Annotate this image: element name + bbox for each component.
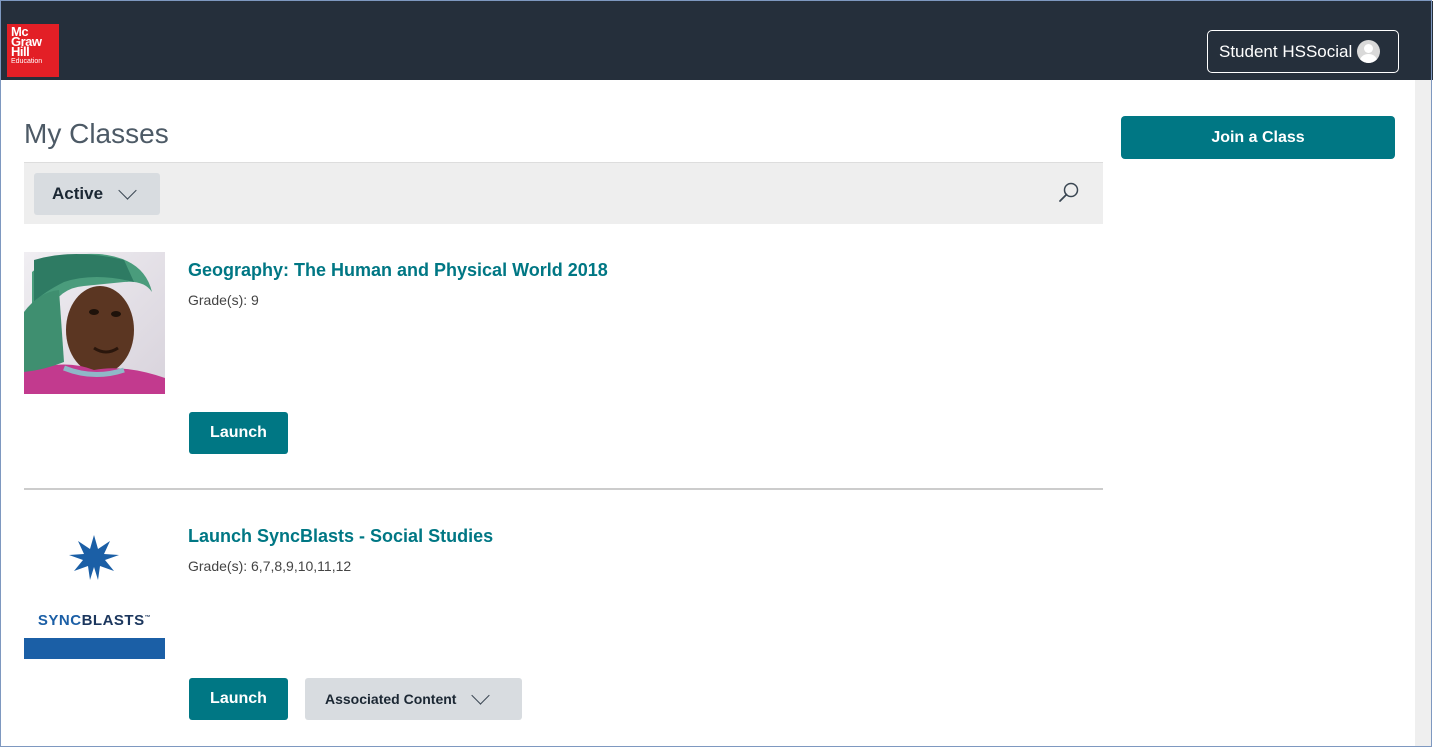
class-cover-image[interactable] <box>24 252 165 394</box>
syncblasts-bar <box>24 638 165 659</box>
chevron-down-icon <box>118 180 137 200</box>
syncblasts-logo-image[interactable]: SYNCBLASTS™ <box>24 505 165 665</box>
syncblasts-wordmark: SYNCBLASTS™ <box>37 612 152 629</box>
class-title-link[interactable]: Launch SyncBlasts - Social Studies <box>188 526 493 547</box>
class-grades: Grade(s): 6,7,8,9,10,11,12 <box>188 558 352 574</box>
scrollbar[interactable] <box>1415 80 1432 747</box>
class-card: Geography: The Human and Physical World … <box>24 252 1103 490</box>
page-title: My Classes <box>24 118 169 149</box>
join-class-button[interactable]: Join a Class <box>1121 116 1395 159</box>
launch-button[interactable]: Launch <box>189 412 288 454</box>
class-grades: Grade(s): 9 <box>188 292 259 308</box>
status-filter-value: Active <box>52 184 104 203</box>
status-filter-dropdown[interactable]: Active <box>34 173 160 215</box>
starburst-icon <box>69 535 119 580</box>
mcgraw-hill-logo[interactable]: Mc Graw Hill Education <box>7 24 59 77</box>
associated-content-dropdown[interactable]: Associated Content <box>305 678 522 720</box>
chevron-down-icon <box>471 685 491 705</box>
class-card: SYNCBLASTS™ Launch SyncBlasts - Social S… <box>24 505 1103 720</box>
associated-content-label: Associated Content <box>325 691 457 707</box>
user-menu-button[interactable]: Student HSSocial <box>1207 30 1399 73</box>
user-name: Student HSSocial <box>1219 41 1353 61</box>
avatar-icon <box>1357 40 1381 63</box>
top-navigation-bar: Mc Graw Hill Education Student HSSocial <box>1 1 1433 80</box>
class-filter-bar: Active <box>24 162 1103 224</box>
launch-button[interactable]: Launch <box>189 678 288 720</box>
class-title-link[interactable]: Geography: The Human and Physical World … <box>188 260 608 281</box>
search-icon[interactable] <box>1058 181 1080 203</box>
logo-line: Education <box>11 58 43 65</box>
